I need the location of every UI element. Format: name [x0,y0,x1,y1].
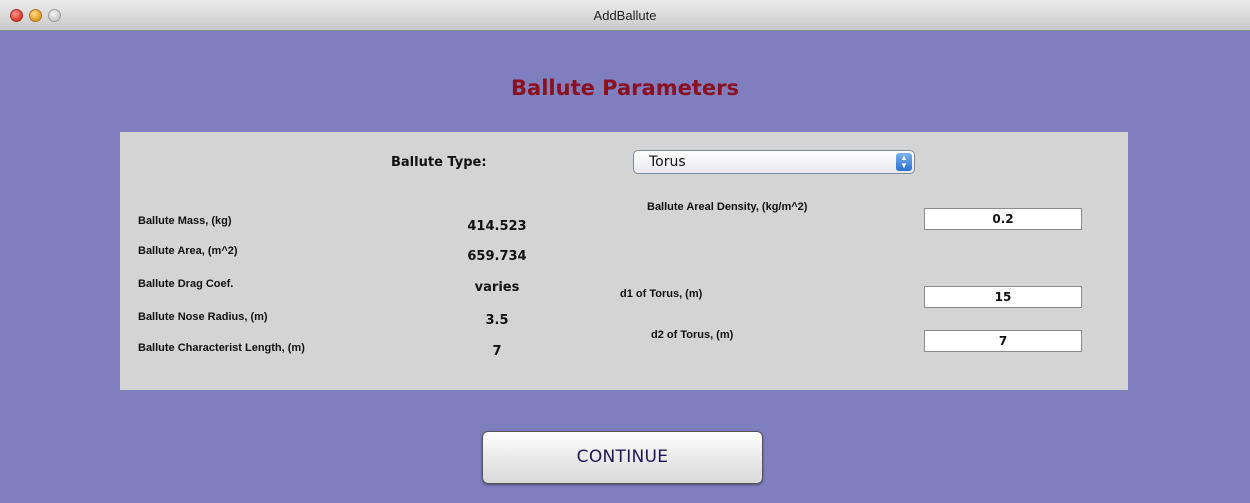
area-label: Ballute Area, (m^2) [138,245,238,257]
d1-field[interactable]: 15 [924,286,1082,308]
nose-radius-label: Ballute Nose Radius, (m) [138,311,268,323]
d2-field[interactable]: 7 [924,330,1082,352]
nose-radius-value: 3.5 [485,313,509,328]
char-length-label: Ballute Characterist Length, (m) [138,342,305,354]
page-title: Ballute Parameters [511,76,739,100]
dropdown-arrows-icon: ▲ ▼ [896,153,912,171]
ballute-type-value: Torus [649,154,686,170]
ballute-type-select[interactable]: Torus ▲ ▼ [633,150,915,174]
continue-button[interactable]: CONTINUE [482,431,763,484]
areal-density-label: Ballute Areal Density, (kg/m^2) [647,201,808,213]
d2-label: d2 of Torus, (m) [651,329,734,341]
mass-label: Ballute Mass, (kg) [138,215,232,227]
areal-density-field[interactable]: 0.2 [924,208,1082,230]
drag-coef-label: Ballute Drag Coef. [138,278,234,290]
drag-coef-value: varies [474,280,520,295]
parameters-panel: Ballute Type: Torus ▲ ▼ Ballute Mass, (kg… [120,132,1128,390]
area-value: 659.734 [467,249,527,264]
title-bar: AddBallute [0,0,1250,31]
char-length-value: 7 [492,344,502,359]
d1-label: d1 of Torus, (m) [620,288,703,300]
ballute-type-label: Ballute Type: [391,155,487,170]
window-title: AddBallute [593,8,657,23]
mass-value: 414.523 [467,219,527,234]
